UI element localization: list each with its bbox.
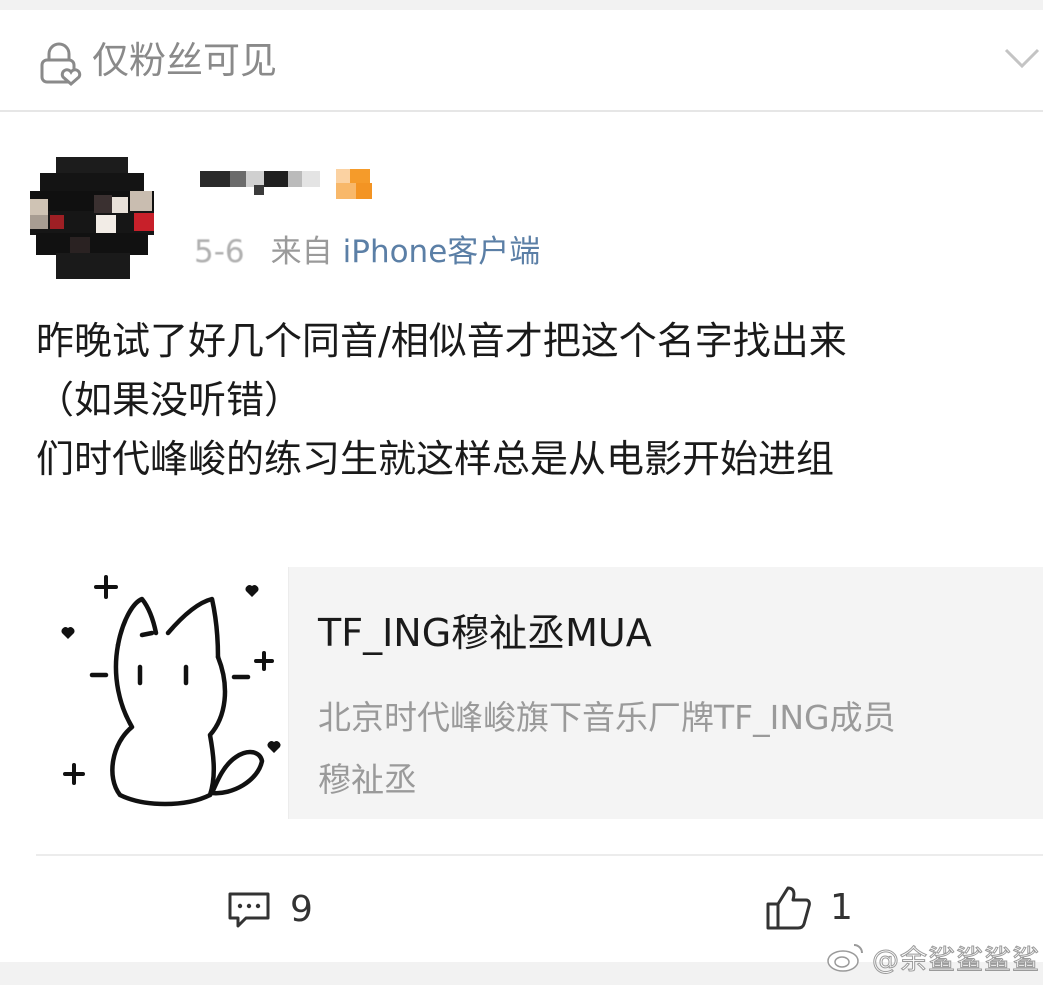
username-mosaic[interactable]	[196, 163, 388, 203]
link-preview-card[interactable]: TF_ING穆祉丞MUA 北京时代峰峻旗下音乐厂牌TF_ING成员 穆祉丞	[36, 567, 1043, 819]
watermark-text: @余鲨鲨鲨鲨	[872, 944, 1040, 976]
page: 仅粉丝可见 5-6 来自 iPhone客户端 昨晚试了好几个同音/相似音才把这个…	[0, 0, 1043, 985]
comment-icon	[228, 892, 270, 928]
cat-doodle-thumbnail	[36, 567, 289, 819]
like-count: 1	[830, 887, 853, 928]
preview-description: 北京时代峰峻旗下音乐厂牌TF_ING成员 穆祉丞	[318, 687, 1018, 811]
post-line: 们时代峰峻的练习生就这样总是从电影开始进组	[36, 437, 835, 481]
post-date: 5-6	[194, 234, 245, 270]
visibility-bar[interactable]: 仅粉丝可见	[0, 10, 1043, 112]
watermark: @余鲨鲨鲨鲨	[826, 937, 1040, 977]
lock-heart-icon	[40, 42, 82, 86]
like-button[interactable]: 1	[764, 884, 853, 932]
action-divider	[36, 854, 1043, 856]
avatar[interactable]	[30, 157, 154, 281]
thumbs-up-icon	[766, 886, 811, 930]
post-line: 昨晚试了好几个同音/相似音才把这个名字找出来	[36, 319, 847, 363]
preview-title: TF_ING穆祉丞MUA	[318, 611, 652, 655]
post-meta: 5-6 来自 iPhone客户端	[194, 232, 540, 272]
comment-button[interactable]: 9	[226, 886, 313, 934]
post-line: （如果没听错）	[36, 378, 303, 422]
post-card: 仅粉丝可见 5-6 来自 iPhone客户端 昨晚试了好几个同音/相似音才把这个…	[0, 10, 1043, 962]
visibility-label: 仅粉丝可见	[92, 39, 277, 82]
source-prefix: 来自	[270, 234, 333, 270]
weibo-logo-icon	[827, 944, 863, 972]
post-text: 昨晚试了好几个同音/相似音才把这个名字找出来 （如果没听错） 们时代峰峻的练习生…	[36, 312, 1026, 489]
comment-count: 9	[290, 889, 313, 930]
preview-description-line: 北京时代峰峻旗下音乐厂牌TF_ING成员	[318, 698, 896, 737]
source-client-link[interactable]: iPhone客户端	[343, 234, 541, 270]
chevron-down-icon[interactable]	[1002, 44, 1042, 72]
preview-description-line: 穆祉丞	[318, 760, 417, 799]
